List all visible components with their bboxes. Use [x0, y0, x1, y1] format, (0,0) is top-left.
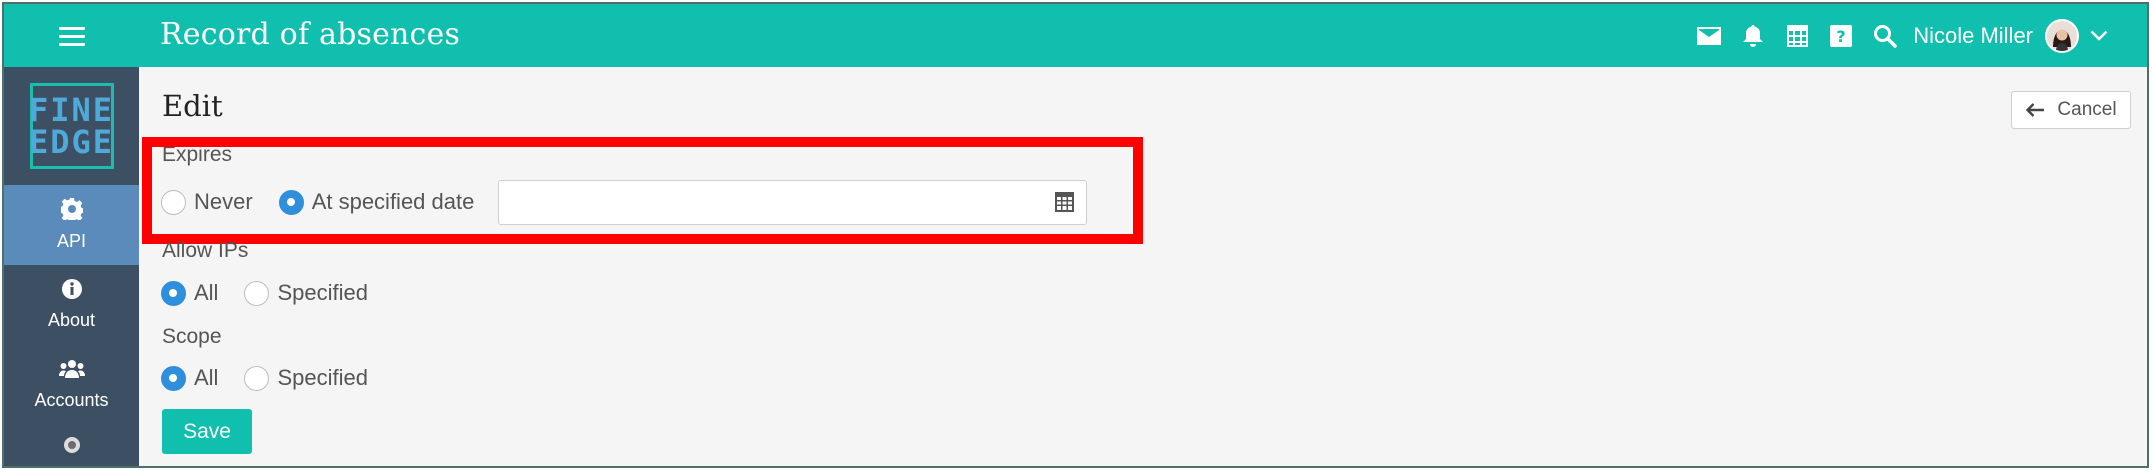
svg-text:?: ?	[1837, 27, 1846, 46]
user-name[interactable]: Nicole Miller	[1913, 23, 2033, 49]
logo[interactable]: FINE EDGE	[4, 67, 139, 185]
radio-circle	[161, 365, 186, 391]
search-icon[interactable]	[1863, 4, 1907, 67]
users-icon	[58, 359, 85, 384]
allow-ips-label: Allow IPs	[162, 239, 249, 262]
app-window: Record of absences ? Nicole Miller FINE …	[2, 2, 2149, 468]
top-icons: ? Nicole Miller	[1687, 4, 2119, 67]
app-title: Record of absences	[160, 17, 461, 52]
expires-options: Never At specified date	[161, 189, 500, 215]
sidebar-more-icon[interactable]	[4, 425, 139, 465]
radio-label: Never	[194, 189, 253, 214]
radio-circle	[278, 189, 304, 215]
chevron-down-icon[interactable]	[2079, 4, 2119, 67]
scope-all-radio[interactable]: All	[161, 365, 218, 391]
calendar-icon[interactable]	[1775, 4, 1819, 67]
sidebar-item-about[interactable]: About	[4, 265, 139, 345]
radio-circle	[244, 280, 270, 306]
page-title: Edit	[162, 89, 223, 123]
main-content: Edit Cancel Expires Never At specified d…	[139, 67, 2147, 466]
scope-specified-radio[interactable]: Specified	[244, 365, 368, 391]
radio-label: All	[194, 365, 219, 390]
radio-label: At specified date	[311, 189, 475, 214]
sidebar-item-label: API	[56, 231, 86, 251]
save-button[interactable]: Save	[162, 409, 252, 454]
bell-icon[interactable]	[1731, 4, 1775, 67]
radio-label: Specified	[277, 280, 368, 305]
sidebar-item-api[interactable]: API	[4, 185, 139, 265]
cancel-button[interactable]: Cancel	[2011, 91, 2131, 129]
allow-ips-options: All Specified	[161, 280, 394, 306]
sidebar-item-label: Accounts	[34, 390, 109, 410]
info-icon	[61, 279, 82, 304]
expires-never-radio[interactable]: Never	[161, 189, 253, 215]
top-bar: Record of absences ? Nicole Miller	[4, 4, 2147, 67]
expires-specified-date-radio[interactable]: At specified date	[278, 189, 475, 215]
sidebar-item-accounts[interactable]: Accounts	[4, 345, 139, 425]
mail-icon[interactable]	[1687, 4, 1731, 67]
arrow-left-icon	[2026, 103, 2045, 117]
gear-icon	[58, 198, 85, 225]
logo-line-1: FINE	[28, 91, 115, 129]
expires-label: Expires	[162, 143, 233, 166]
sidebar: FINE EDGE API About Accounts	[4, 67, 139, 466]
allow-ips-specified-radio[interactable]: Specified	[244, 280, 368, 306]
expiry-date-input[interactable]	[498, 180, 1087, 225]
sidebar-item-label: About	[47, 310, 96, 330]
radio-circle	[161, 280, 186, 306]
scope-options: All Specified	[161, 365, 394, 391]
radio-circle	[244, 365, 270, 391]
help-icon[interactable]: ?	[1819, 4, 1863, 67]
radio-label: All	[194, 280, 219, 305]
radio-label: Specified	[277, 365, 368, 390]
cancel-label: Cancel	[2057, 99, 2117, 120]
avatar[interactable]	[2045, 18, 2079, 53]
logo-line-2: EDGE	[28, 123, 115, 161]
scope-label: Scope	[162, 325, 222, 348]
calendar-icon[interactable]	[1055, 192, 1074, 217]
menu-icon[interactable]	[4, 4, 139, 67]
radio-circle	[161, 189, 186, 215]
allow-ips-all-radio[interactable]: All	[161, 280, 218, 306]
logo-box: FINE EDGE	[28, 83, 115, 169]
